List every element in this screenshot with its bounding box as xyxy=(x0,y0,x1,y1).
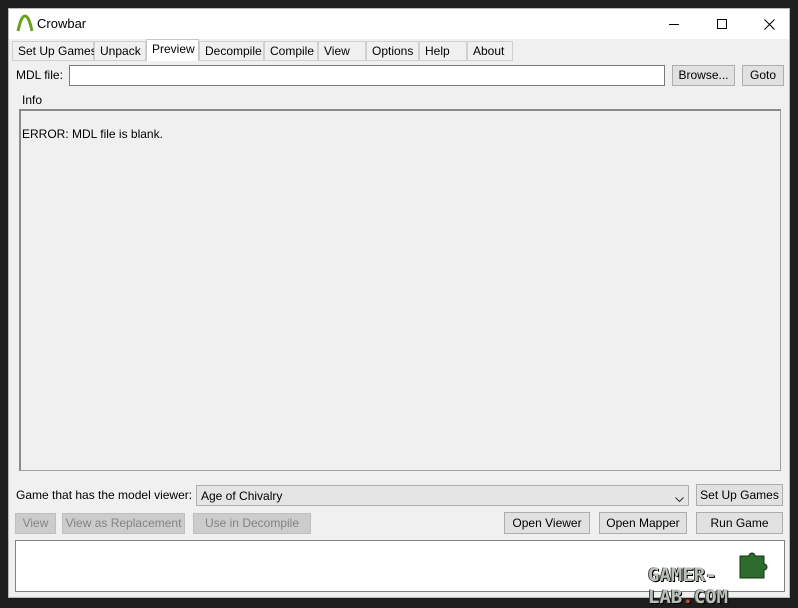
chevron-down-icon xyxy=(675,492,684,506)
game-select-value: Age of Chivalry xyxy=(201,489,283,503)
tab-view[interactable]: View xyxy=(318,41,366,61)
watermark: GAMER-LAB.COM xyxy=(646,550,796,608)
use-in-decompile-button[interactable]: Use in Decompile xyxy=(193,513,311,534)
watermark-text-dot: . xyxy=(682,586,694,608)
minimize-icon xyxy=(669,24,679,25)
window-title: Crowbar xyxy=(37,16,87,31)
info-panel[interactable]: ERROR: MDL file is blank. xyxy=(19,109,781,471)
close-button[interactable] xyxy=(746,9,792,39)
watermark-text-right: COM xyxy=(693,586,729,608)
maximize-icon xyxy=(717,19,727,29)
tab-about[interactable]: About xyxy=(467,41,513,61)
tab-help[interactable]: Help xyxy=(419,41,467,61)
open-mapper-button[interactable]: Open Mapper xyxy=(599,512,687,534)
crowbar-logo-icon xyxy=(16,14,34,32)
model-viewer-game-label: Game that has the model viewer: xyxy=(16,488,193,502)
mdl-file-label: MDL file: xyxy=(16,68,63,82)
tab-set-up-games[interactable]: Set Up Games xyxy=(12,41,97,61)
run-game-button[interactable]: Run Game xyxy=(696,512,783,534)
view-as-replacement-button[interactable]: View as Replacement xyxy=(62,513,185,534)
minimize-button[interactable] xyxy=(651,9,697,39)
view-button[interactable]: View xyxy=(15,513,56,534)
goto-button[interactable]: Goto xyxy=(742,65,784,86)
tab-decompile[interactable]: Decompile xyxy=(199,41,264,61)
close-icon xyxy=(763,18,775,30)
maximize-button[interactable] xyxy=(699,9,745,39)
watermark-text: GAMER-LAB.COM xyxy=(648,564,796,608)
tab-unpack[interactable]: Unpack xyxy=(94,41,146,61)
set-up-games-button[interactable]: Set Up Games xyxy=(696,484,783,506)
game-select[interactable]: Age of Chivalry xyxy=(196,485,689,506)
browse-button[interactable]: Browse... xyxy=(672,65,735,86)
tab-preview[interactable]: Preview xyxy=(146,39,199,61)
mdl-file-input[interactable] xyxy=(69,65,665,86)
info-message: ERROR: MDL file is blank. xyxy=(22,127,163,141)
app-window: Crowbar Set Up Games Unpack Preview Deco… xyxy=(8,8,790,598)
open-viewer-button[interactable]: Open Viewer xyxy=(504,512,590,534)
title-bar[interactable]: Crowbar xyxy=(9,9,789,39)
tab-compile[interactable]: Compile xyxy=(264,41,318,61)
tab-options[interactable]: Options xyxy=(366,41,419,61)
info-group-title: Info xyxy=(22,93,43,107)
